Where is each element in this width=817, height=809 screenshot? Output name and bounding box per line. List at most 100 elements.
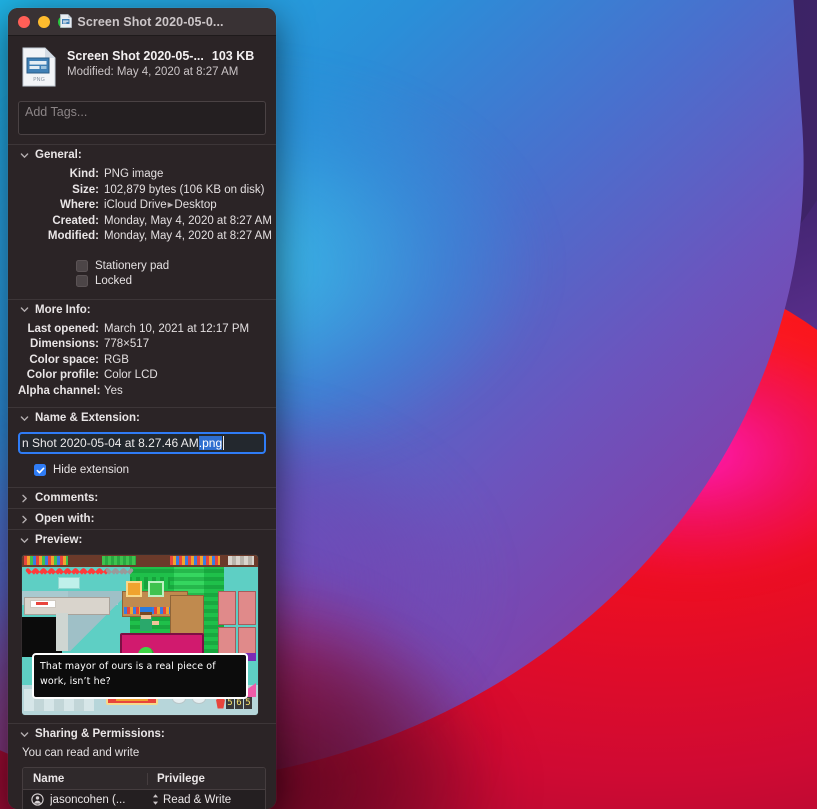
info-row: Kind: PNG image — [18, 167, 266, 183]
section-general-header[interactable]: General: — [8, 145, 276, 165]
scene-dialogue-text: That mayor of ours is a real piece of wo… — [40, 659, 240, 689]
close-button[interactable] — [18, 16, 30, 28]
file-name-input[interactable]: n Shot 2020-05-04 at 8.27.46 AM .png — [18, 432, 266, 454]
section-name-extension-label: Name & Extension: — [35, 412, 140, 424]
section-general-label: General: — [35, 149, 82, 161]
section-preview-header[interactable]: Preview: — [8, 530, 276, 550]
hide-extension-checkbox[interactable] — [34, 464, 46, 476]
section-open-with-label: Open with: — [35, 513, 94, 525]
sharing-note: You can read and write — [8, 744, 276, 767]
window-titlebar[interactable]: Screen Shot 2020-05-0... — [8, 8, 276, 36]
stationery-pad-checkbox[interactable] — [76, 260, 88, 272]
scene-picture-frame-1 — [126, 581, 142, 597]
heart-empty-icon — [124, 566, 131, 573]
file-name-title: Screen Shot 2020-05-... — [67, 49, 204, 63]
permissions-area: Name Privilege ja — [8, 767, 276, 809]
hide-extension-label: Hide extension — [53, 464, 129, 476]
row-key: Dimensions: — [18, 337, 104, 353]
file-header-text: Screen Shot 2020-05-... 103 KB Modified:… — [67, 47, 254, 78]
name-field-area: n Shot 2020-05-04 at 8.27.46 AM .png — [8, 428, 276, 460]
section-open-with: Open with: — [8, 508, 276, 529]
general-rows: Kind: PNG image Size: 102,879 bytes (106… — [8, 165, 276, 253]
preview-image[interactable]: 5 6 5 That mayor of ours is a real piece… — [22, 555, 258, 715]
section-comments-label: Comments: — [35, 492, 98, 504]
add-tags-input[interactable]: Add Tags... — [18, 101, 266, 135]
scene-books-middle — [102, 556, 136, 565]
row-value: Monday, May 4, 2020 at 8:27 AM — [104, 229, 272, 245]
section-comments-header[interactable]: Comments: — [8, 488, 276, 508]
file-header: PNG Screen Shot 2020-05-... 103 KB Modif… — [8, 36, 276, 101]
png-file-icon[interactable]: PNG — [22, 47, 56, 92]
row-key: Color profile: — [18, 368, 104, 384]
file-extension-selected-text: .png — [199, 436, 222, 450]
section-more-info-header[interactable]: More Info: — [8, 300, 276, 320]
section-sharing-label: Sharing & Permissions: — [35, 728, 165, 740]
general-checkboxes: Stationery pad Locked — [8, 253, 276, 299]
maximize-button[interactable] — [58, 16, 70, 28]
info-scroll-body: PNG Screen Shot 2020-05-... 103 KB Modif… — [8, 36, 276, 809]
row-value: March 10, 2021 at 12:17 PM — [104, 322, 249, 338]
more-info-rows: Last opened: March 10, 2021 at 12:17 PM … — [8, 320, 276, 408]
row-value: Yes — [104, 384, 123, 400]
column-header-privilege[interactable]: Privilege — [147, 773, 265, 785]
section-comments: Comments: — [8, 487, 276, 508]
chevron-right-icon[interactable] — [20, 515, 29, 524]
permissions-table: Name Privilege ja — [22, 767, 266, 809]
chevron-right-icon[interactable] — [20, 494, 29, 503]
file-size-label: 103 KB — [212, 49, 254, 63]
chevron-down-icon[interactable] — [20, 151, 29, 160]
scene-character-hair — [140, 612, 152, 615]
row-value: iCloud Drive▸Desktop — [104, 198, 217, 214]
row-key: Where: — [18, 198, 104, 214]
scene-health-hearts — [28, 566, 131, 573]
info-row: Size: 102,879 bytes (106 KB on disk) — [18, 183, 266, 199]
section-sharing-permissions: Sharing & Permissions: You can read and … — [8, 723, 276, 809]
row-key: Last opened: — [18, 322, 104, 338]
row-value: RGB — [104, 353, 129, 369]
scene-hud-box — [58, 577, 80, 589]
row-value: PNG image — [104, 167, 163, 183]
table-row[interactable]: jasoncohen (... Read & Write — [23, 790, 265, 809]
row-key: Color space: — [18, 353, 104, 369]
section-open-with-header[interactable]: Open with: — [8, 509, 276, 529]
permissions-header-row: Name Privilege — [23, 768, 265, 790]
info-row: Created: Monday, May 4, 2020 at 8:27 AM — [18, 214, 266, 230]
hide-extension-area: Hide extension — [8, 460, 276, 487]
column-header-name[interactable]: Name — [23, 773, 147, 785]
chevron-down-icon[interactable] — [20, 414, 29, 423]
info-row: Dimensions: 778×517 — [18, 337, 266, 353]
section-more-info-label: More Info: — [35, 304, 91, 316]
scene-character-hat — [140, 607, 152, 612]
minimize-button[interactable] — [38, 16, 50, 28]
scene-books-left — [24, 556, 68, 565]
info-row: Color space: RGB — [18, 353, 266, 369]
file-modified-label: Modified: May 4, 2020 at 8:27 AM — [67, 66, 254, 78]
tags-area: Add Tags... — [8, 101, 276, 144]
row-value: Monday, May 4, 2020 at 8:27 AM — [104, 214, 272, 230]
scene-sofa-1 — [218, 591, 236, 625]
single-user-icon — [31, 793, 44, 806]
permission-privilege: Read & Write — [163, 794, 231, 806]
scene-sofa-2 — [238, 591, 256, 625]
row-key: Modified: — [18, 229, 104, 245]
row-key: Size: — [18, 183, 104, 199]
row-value: 778×517 — [104, 337, 149, 353]
chevron-down-icon[interactable] — [20, 730, 29, 739]
permission-name: jasoncohen (... — [50, 794, 125, 806]
locked-row[interactable]: Locked — [76, 275, 266, 287]
section-preview: Preview: — [8, 529, 276, 723]
chevron-down-icon[interactable] — [20, 305, 29, 314]
section-sharing-header[interactable]: Sharing & Permissions: — [8, 724, 276, 744]
chevron-down-icon[interactable] — [20, 536, 29, 545]
stepper-icon[interactable] — [152, 793, 159, 806]
info-row: Modified: Monday, May 4, 2020 at 8:27 AM — [18, 229, 266, 245]
hide-extension-row[interactable]: Hide extension — [34, 464, 266, 476]
section-name-extension-header[interactable]: Name & Extension: — [8, 408, 276, 428]
scene-books-right — [170, 556, 220, 565]
section-preview-label: Preview: — [35, 534, 82, 546]
locked-checkbox[interactable] — [76, 275, 88, 287]
stationery-pad-row[interactable]: Stationery pad — [76, 260, 266, 272]
scene-pillar — [56, 613, 68, 651]
row-key: Created: — [18, 214, 104, 230]
locked-label: Locked — [95, 275, 132, 287]
